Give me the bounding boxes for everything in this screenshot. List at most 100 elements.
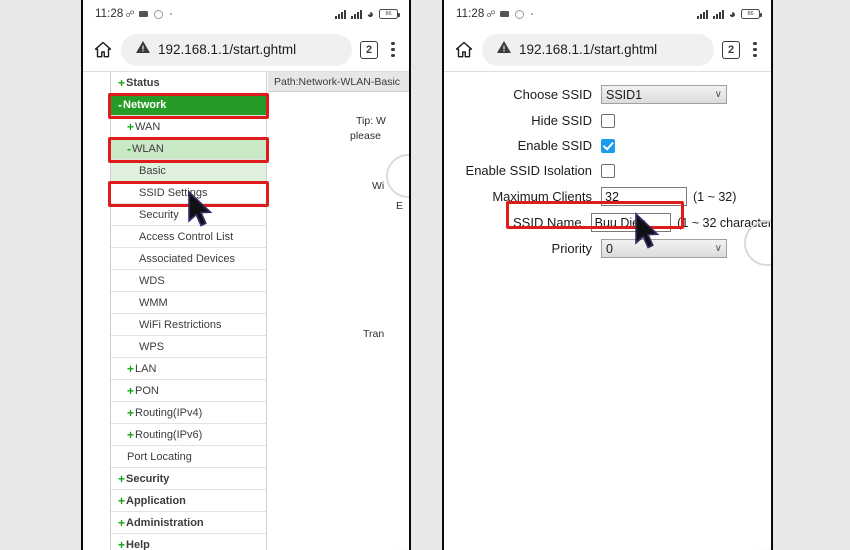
input-ssid-name[interactable]: Buu Dien (590, 213, 672, 232)
sidebar-item-routing-ipv6-[interactable]: + Routing(IPv6) (111, 424, 266, 446)
expand-icon: + (127, 119, 135, 134)
sidebar-item-label: Administration (126, 516, 204, 529)
sidebar-item-label: Routing(IPv4) (135, 406, 203, 419)
select-priority[interactable]: 0 ∨ (601, 239, 727, 258)
sidebar-item-label: WPS (139, 340, 165, 353)
sidebar-item-wan[interactable]: + WAN (111, 116, 266, 138)
sidebar-item-label: PON (135, 384, 159, 397)
expand-icon: + (118, 537, 126, 550)
expand-icon: + (127, 427, 135, 442)
sidebar-item-label: Security (139, 208, 179, 221)
chevron-down-icon: ∨ (714, 243, 722, 254)
sidebar-item-label: Basic (139, 164, 166, 177)
sidebar-item-label: Access Control List (139, 230, 234, 243)
sidebar-item-basic[interactable]: Basic (111, 160, 266, 182)
sidebar-item-ssid-settings[interactable]: SSID Settings (111, 182, 266, 204)
signal-bars-icon-2 (350, 9, 362, 19)
status-bar-clock: 11:28 (95, 8, 124, 20)
select-value: SSID1 (606, 87, 643, 102)
form-row-maximum-clients: Maximum Clients 32 (1 ~ 32) (444, 184, 772, 209)
sidebar-item-status[interactable]: + Status (111, 72, 266, 94)
content-fragment-tran: Tran (363, 328, 385, 340)
sidebar-item-help[interactable]: + Help (111, 534, 266, 550)
sidebar-item-label: WLAN (132, 142, 164, 155)
panel-edge-right-inner (442, 0, 444, 550)
tip-text-line2: please (350, 130, 381, 142)
label-priority: Priority (551, 241, 592, 256)
sidebar-item-label: Security (126, 472, 170, 485)
tab-count-button-right[interactable]: 2 (722, 40, 740, 59)
status-dot-icon-right (530, 13, 533, 15)
signal-bars-icon (334, 9, 346, 19)
input-maximum-clients[interactable]: 32 (601, 187, 687, 206)
phone-screenshot-right: 11:28 ☍ ◕ 86 192.168.1.1/start.ghtml 2 C… (444, 0, 772, 550)
sidebar-item-associated-devices[interactable]: Associated Devices (111, 248, 266, 270)
sidebar-item-label: Help (126, 538, 150, 550)
home-icon[interactable] (93, 40, 113, 60)
content-fragment-e: E (396, 200, 404, 212)
wifi-icon: ◕ (366, 7, 374, 21)
expand-icon: + (118, 493, 126, 508)
sidebar-item-label: Status (126, 76, 160, 89)
form-row-choose-ssid: Choose SSID SSID1 ∨ (444, 82, 772, 107)
wifi-icon-right: ◕ (728, 7, 736, 21)
sidebar-item-security[interactable]: + Security (111, 468, 266, 490)
collapse-icon: - (127, 141, 131, 156)
checkbox-hide-ssid[interactable] (601, 113, 615, 128)
sidebar-item-network[interactable]: - Network (111, 94, 266, 116)
sidebar-item-label: WMM (139, 296, 168, 309)
label-maximum-clients: Maximum Clients (492, 189, 592, 204)
router-admin-page: Path:Network-WLAN-Basic Tip: W please Wi… (83, 72, 410, 550)
sidebar-item-wmm[interactable]: WMM (111, 292, 266, 314)
panel-edge-left-inner (409, 0, 411, 550)
bluetooth-icon-right: ☍ (486, 8, 496, 19)
hint-maximum-clients: (1 ~ 32) (693, 189, 737, 204)
url-bar[interactable]: 192.168.1.1/start.ghtml (121, 33, 352, 66)
sidebar-item-administration[interactable]: + Administration (111, 512, 266, 534)
sidebar-item-label: WAN (135, 120, 161, 133)
sidebar-item-pon[interactable]: + PON (111, 380, 266, 402)
select-choose-ssid[interactable]: SSID1 ∨ (601, 85, 727, 104)
panel-edge-right-outer (771, 0, 773, 550)
sidebar-item-wifi-restrictions[interactable]: WiFi Restrictions (111, 314, 266, 336)
label-ssid-name: SSID Name (512, 215, 582, 230)
browser-toolbar-left: 192.168.1.1/start.ghtml 2 (83, 28, 410, 72)
home-icon-right[interactable] (454, 40, 474, 60)
sidebar-item-security[interactable]: Security (111, 204, 266, 226)
form-row-priority: Priority 0 ∨ (444, 236, 772, 261)
label-hide-ssid: Hide SSID (531, 113, 592, 128)
ssid-settings-form: Choose SSID SSID1 ∨ Hide SSID Enable SSID Ena… (444, 72, 772, 550)
content-fragment-wl: Wi (372, 180, 385, 192)
sidebar-item-access-control-list[interactable]: Access Control List (111, 226, 266, 248)
sidebar-item-application[interactable]: + Application (111, 490, 266, 512)
kebab-menu-icon[interactable] (386, 42, 400, 57)
url-text: 192.168.1.1/start.ghtml (158, 42, 297, 57)
sidebar-item-routing-ipv4-[interactable]: + Routing(IPv4) (111, 402, 266, 424)
kebab-menu-icon-right[interactable] (748, 42, 762, 57)
sidebar-item-wds[interactable]: WDS (111, 270, 266, 292)
phone-screenshot-left: 11:28 ☍ ◕ 86 192.168.1.1/start.ghtml 2 P… (83, 0, 410, 550)
breadcrumb: Path:Network-WLAN-Basic (268, 72, 410, 92)
warning-triangle-icon-right (496, 39, 512, 60)
checkbox-enable-ssid-isolation[interactable] (601, 163, 615, 178)
expand-icon: + (127, 405, 135, 420)
sidebar-item-label: Routing(IPv6) (135, 428, 203, 441)
sidebar-item-wps[interactable]: WPS (111, 336, 266, 358)
sidebar-item-label: Network (123, 98, 167, 111)
sidebar-item-port-locating[interactable]: Port Locating (111, 446, 266, 468)
checkbox-enable-ssid[interactable] (601, 138, 615, 153)
signal-bars-icon-right-2 (712, 9, 724, 19)
sidebar-item-label: WDS (139, 274, 165, 287)
sidebar-item-wlan[interactable]: - WLAN (111, 138, 266, 160)
sidebar-item-label: LAN (135, 362, 157, 375)
tab-count-button[interactable]: 2 (360, 40, 378, 59)
form-row-ssid-name: SSID Name Buu Dien (1 ~ 32 character (444, 210, 772, 235)
sidebar-item-label: SSID Settings (139, 186, 208, 199)
label-enable-ssid-isolation: Enable SSID Isolation (465, 163, 592, 178)
warning-triangle-icon (135, 39, 151, 60)
sidebar-item-lan[interactable]: + LAN (111, 358, 266, 380)
sidebar-item-label: Port Locating (127, 450, 192, 463)
url-bar-right[interactable]: 192.168.1.1/start.ghtml (482, 33, 714, 66)
select-value: 0 (606, 241, 613, 256)
tip-text-line1: Tip: W (356, 115, 386, 127)
